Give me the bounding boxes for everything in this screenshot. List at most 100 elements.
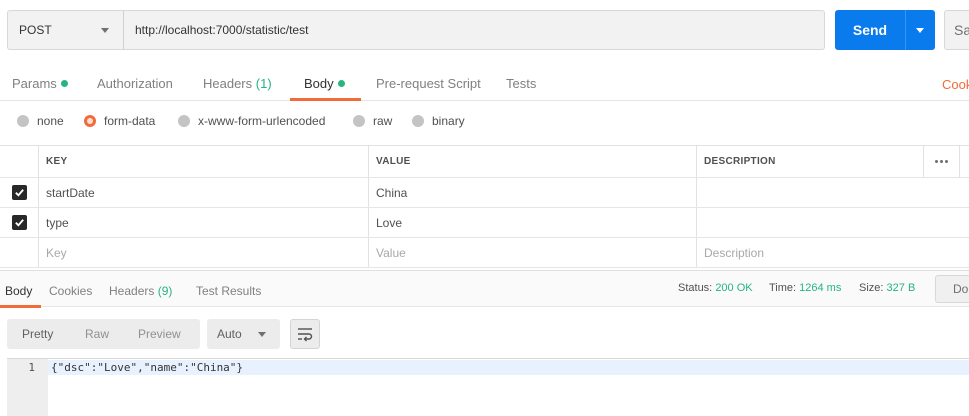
radio-raw[interactable]: raw: [353, 114, 392, 128]
format-label: Auto: [217, 327, 242, 341]
key-placeholder: Key: [46, 245, 67, 260]
radio-urlencoded-label: x-www-form-urlencoded: [198, 114, 326, 128]
response-code: {"dsc":"Love","name":"China"}: [51, 361, 244, 374]
value-cell[interactable]: Love: [368, 208, 696, 237]
radio-circle-icon: [17, 115, 29, 127]
tab-test-results-label: Test Results: [196, 284, 262, 298]
save-button[interactable]: Sa: [944, 10, 969, 50]
method-select[interactable]: POST: [7, 10, 124, 50]
view-mode-pretty[interactable]: Pretty: [22, 327, 53, 341]
table-row: startDate China: [0, 178, 969, 208]
response-tabs: Body Cookies Headers (9) Test Results St…: [0, 270, 969, 308]
wrap-lines-icon: [298, 328, 313, 342]
description-cell[interactable]: [696, 208, 923, 237]
tab-response-body[interactable]: Body: [5, 284, 32, 298]
key-input[interactable]: Key: [38, 238, 368, 267]
tab-body[interactable]: Body: [304, 76, 345, 91]
status-value: 200 OK: [715, 282, 753, 294]
view-mode-preview[interactable]: Preview: [138, 327, 181, 341]
more-options-button[interactable]: [923, 146, 959, 177]
tab-headers-label: Headers: [203, 76, 253, 91]
description-input[interactable]: Description: [696, 238, 923, 267]
column-header-key: KEY: [38, 146, 368, 177]
tab-response-cookies-label: Cookies: [49, 284, 93, 298]
key-cell[interactable]: startDate: [38, 178, 368, 207]
send-button[interactable]: Send: [835, 10, 905, 50]
radio-x-www-form-urlencoded[interactable]: x-www-form-urlencoded: [178, 114, 325, 128]
wrap-lines-button[interactable]: [290, 319, 320, 349]
header-end-cell: [959, 146, 969, 177]
table-header: KEY VALUE DESCRIPTION: [0, 146, 969, 178]
value-text: Love: [376, 215, 403, 230]
radio-binary-label: binary: [432, 114, 465, 128]
radio-none[interactable]: none: [17, 114, 64, 128]
tab-response-cookies[interactable]: Cookies: [49, 284, 92, 298]
radio-circle-icon: [353, 115, 365, 127]
radio-form-data-label: form-data: [104, 114, 156, 128]
format-select[interactable]: Auto: [207, 319, 280, 349]
download-button[interactable]: Do: [935, 275, 969, 303]
cookies-link[interactable]: Cook: [942, 77, 969, 92]
table-row: type Love: [0, 208, 969, 238]
response-body-viewer[interactable]: 1 {"dsc":"Love","name":"China"}: [7, 358, 969, 416]
active-tab-indicator: [290, 98, 361, 101]
tab-response-headers[interactable]: Headers (9): [109, 284, 172, 298]
description-cell[interactable]: [696, 178, 923, 207]
tab-pre-request-label: Pre-request Script: [376, 76, 481, 91]
tab-response-headers-label: Headers: [109, 284, 155, 298]
checkmark-icon: [14, 189, 24, 197]
radio-none-label: none: [37, 114, 64, 128]
header-checkbox-cell: [0, 146, 38, 177]
tab-headers[interactable]: Headers (1): [203, 76, 272, 91]
time-info: Time: 1264 ms: [769, 282, 841, 294]
url-input[interactable]: http://localhost:7000/statistic/test: [123, 10, 825, 50]
line-number: 1: [28, 361, 35, 374]
download-label: Do: [953, 282, 969, 296]
row-checkbox[interactable]: [11, 185, 27, 200]
radio-raw-label: raw: [373, 114, 393, 128]
radio-binary[interactable]: binary: [412, 114, 465, 128]
tab-pre-request-script[interactable]: Pre-request Script: [376, 76, 481, 91]
tab-params-label: Params: [12, 76, 57, 91]
tab-tests-label: Tests: [506, 76, 537, 91]
row-extra-cell: [923, 208, 959, 237]
value-cell[interactable]: China: [368, 178, 696, 207]
tab-authorization[interactable]: Authorization: [97, 76, 173, 91]
tab-headers-count: (1): [255, 76, 272, 91]
row-checkbox[interactable]: [11, 215, 27, 230]
key-text: type: [46, 215, 69, 230]
active-tab-indicator: [0, 305, 41, 308]
tab-response-body-label: Body: [5, 284, 33, 298]
view-mode-toggle: Pretty Raw Preview: [7, 319, 200, 349]
tab-body-label: Body: [304, 76, 334, 91]
row-extra-cell: [923, 178, 959, 207]
tab-response-headers-count: (9): [157, 284, 173, 298]
size-label: Size:: [859, 282, 884, 294]
tab-params[interactable]: Params: [12, 76, 68, 91]
status-label: Status:: [678, 282, 713, 294]
value-text: China: [376, 185, 408, 200]
chevron-down-icon: [916, 28, 924, 33]
send-options-button[interactable]: [905, 10, 935, 50]
save-label: Sa: [954, 22, 969, 38]
radio-form-data[interactable]: form-data: [84, 114, 155, 128]
key-cell[interactable]: type: [38, 208, 368, 237]
row-checkbox-cell: [0, 178, 38, 207]
radio-selected-icon: [84, 115, 96, 127]
chevron-down-icon: [101, 28, 109, 33]
value-input[interactable]: Value: [368, 238, 696, 267]
column-header-value: VALUE: [368, 146, 696, 177]
status-dot-icon: [60, 80, 68, 87]
radio-circle-icon: [178, 115, 190, 127]
chevron-down-icon: [258, 332, 266, 337]
tab-test-results[interactable]: Test Results: [196, 284, 261, 298]
tab-tests[interactable]: Tests: [506, 76, 536, 91]
value-placeholder: Value: [376, 245, 406, 260]
url-text: http://localhost:7000/statistic/test: [135, 23, 309, 37]
row-extra-cell: [923, 238, 959, 267]
send-label: Send: [852, 22, 888, 38]
view-mode-raw[interactable]: Raw: [85, 327, 109, 341]
radio-circle-icon: [412, 115, 424, 127]
time-label: Time:: [769, 282, 797, 294]
status-info: Status: 200 OK: [678, 282, 753, 294]
